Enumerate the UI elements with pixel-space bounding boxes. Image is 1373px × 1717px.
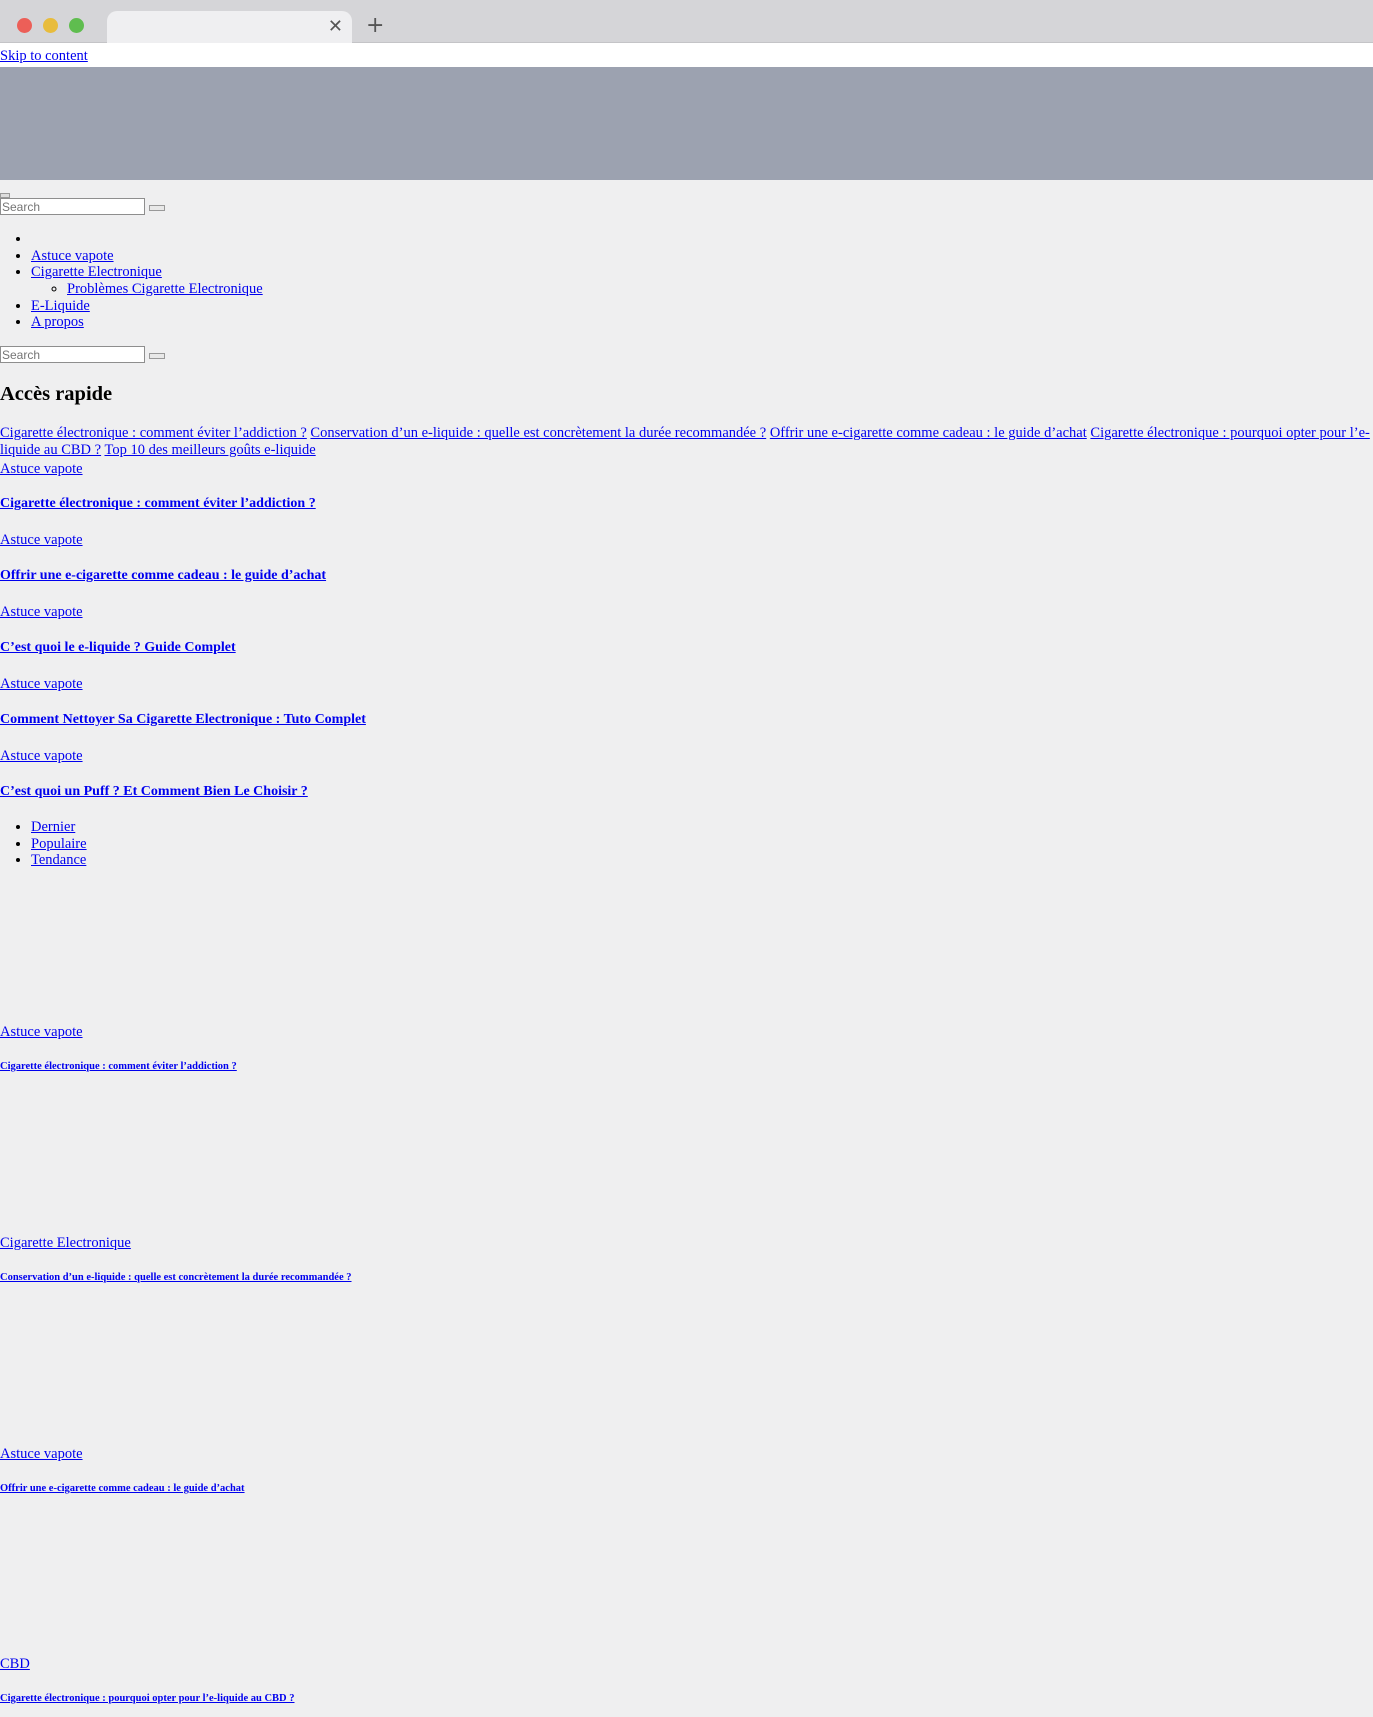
quick-access-links: Cigarette électronique : comment éviter …	[0, 425, 1372, 459]
tab-populaire[interactable]: Populaire	[31, 836, 87, 853]
latest-post-category-link[interactable]: CBD	[0, 1656, 30, 1672]
nav-link-e-liquide[interactable]: E-Liquide	[31, 298, 90, 314]
post-category-link[interactable]: Astuce vapote	[0, 461, 83, 477]
quick-link[interactable]: Top 10 des meilleurs goûts e-liquide	[104, 442, 315, 458]
skip-bar: Skip to content	[0, 43, 1373, 67]
post-title-link[interactable]: Comment Nettoyer Sa Cigarette Electroniq…	[0, 712, 366, 727]
close-icon[interactable]: ✕	[328, 16, 343, 38]
search-form-secondary	[0, 346, 165, 364]
minimize-window-button[interactable]	[43, 18, 58, 33]
nav-item-a-propos[interactable]: A propos	[31, 314, 263, 331]
nav-link-problemes[interactable]: Problèmes Cigarette Electronique	[67, 281, 263, 297]
search-button[interactable]	[148, 204, 165, 211]
quick-link[interactable]: Conservation d’un e-liquide : quelle est…	[310, 425, 766, 441]
post-category-link[interactable]: Astuce vapote	[0, 532, 83, 548]
quick-link[interactable]: Offrir une e-cigarette comme cadeau : le…	[770, 425, 1087, 441]
nav-link-astuce-vapote[interactable]: Astuce vapote	[31, 248, 114, 264]
nav-item-empty	[31, 231, 263, 248]
post-category-link[interactable]: Astuce vapote	[0, 748, 83, 764]
browser-tab[interactable]: ✕	[107, 11, 352, 43]
post-title-link[interactable]: C’est quoi un Puff ? Et Comment Bien Le …	[0, 784, 308, 799]
tab-link-dernier[interactable]: Dernier	[31, 819, 75, 835]
post-tabs: Dernier Populaire Tendance	[0, 819, 87, 869]
quick-link[interactable]: Cigarette électronique : comment éviter …	[0, 425, 307, 441]
nav-link-cigarette-electronique[interactable]: Cigarette Electronique	[31, 264, 162, 280]
nav-link-a-propos[interactable]: A propos	[31, 314, 84, 330]
latest-post-category-link[interactable]: Astuce vapote	[0, 1446, 83, 1462]
tab-dernier[interactable]: Dernier	[31, 819, 87, 836]
post-title-link[interactable]: Cigarette électronique : comment éviter …	[0, 496, 316, 511]
nav-item-problemes[interactable]: Problèmes Cigarette Electronique	[67, 281, 263, 298]
search-input[interactable]	[0, 198, 145, 215]
post-title-link[interactable]: C’est quoi le e-liquide ? Guide Complet	[0, 640, 236, 655]
search-button-secondary[interactable]	[148, 352, 165, 359]
nav-item-e-liquide[interactable]: E-Liquide	[31, 298, 263, 315]
latest-post-title-link[interactable]: Cigarette électronique : comment éviter …	[0, 1061, 237, 1072]
tab-link-tendance[interactable]: Tendance	[31, 852, 86, 868]
main-nav: Astuce vapote Cigarette Electronique Pro…	[0, 231, 263, 331]
header-banner	[0, 67, 1373, 180]
nav-item-astuce-vapote[interactable]: Astuce vapote	[31, 248, 263, 265]
quick-access-heading: Accès rapide	[0, 383, 113, 405]
skip-to-content-link[interactable]: Skip to content	[0, 49, 88, 64]
page-content: Skip to content Astuce vapote Cigarette …	[0, 43, 1373, 1717]
sub-nav: Problèmes Cigarette Electronique	[31, 281, 263, 298]
tab-link-populaire[interactable]: Populaire	[31, 836, 87, 852]
post-category-link[interactable]: Astuce vapote	[0, 676, 83, 692]
browser-chrome: ✕ +	[0, 0, 1373, 43]
maximize-window-button[interactable]	[69, 18, 84, 33]
tab-tendance[interactable]: Tendance	[31, 852, 87, 869]
latest-post-category-link[interactable]: Cigarette Electronique	[0, 1235, 131, 1251]
post-category-link[interactable]: Astuce vapote	[0, 604, 83, 620]
nav-item-cigarette-electronique[interactable]: Cigarette Electronique Problèmes Cigaret…	[31, 264, 263, 297]
latest-post-title-link[interactable]: Offrir une e-cigarette comme cadeau : le…	[0, 1483, 245, 1494]
latest-post-title-link[interactable]: Cigarette électronique : pourquoi opter …	[0, 1693, 295, 1704]
plus-icon[interactable]: +	[366, 14, 384, 38]
close-window-button[interactable]	[17, 18, 32, 33]
latest-post-title-link[interactable]: Conservation d’un e-liquide : quelle est…	[0, 1272, 352, 1283]
post-title-link[interactable]: Offrir une e-cigarette comme cadeau : le…	[0, 568, 326, 583]
latest-post-category-link[interactable]: Astuce vapote	[0, 1024, 83, 1040]
search-form-top	[0, 198, 165, 216]
search-input-secondary[interactable]	[0, 346, 145, 363]
